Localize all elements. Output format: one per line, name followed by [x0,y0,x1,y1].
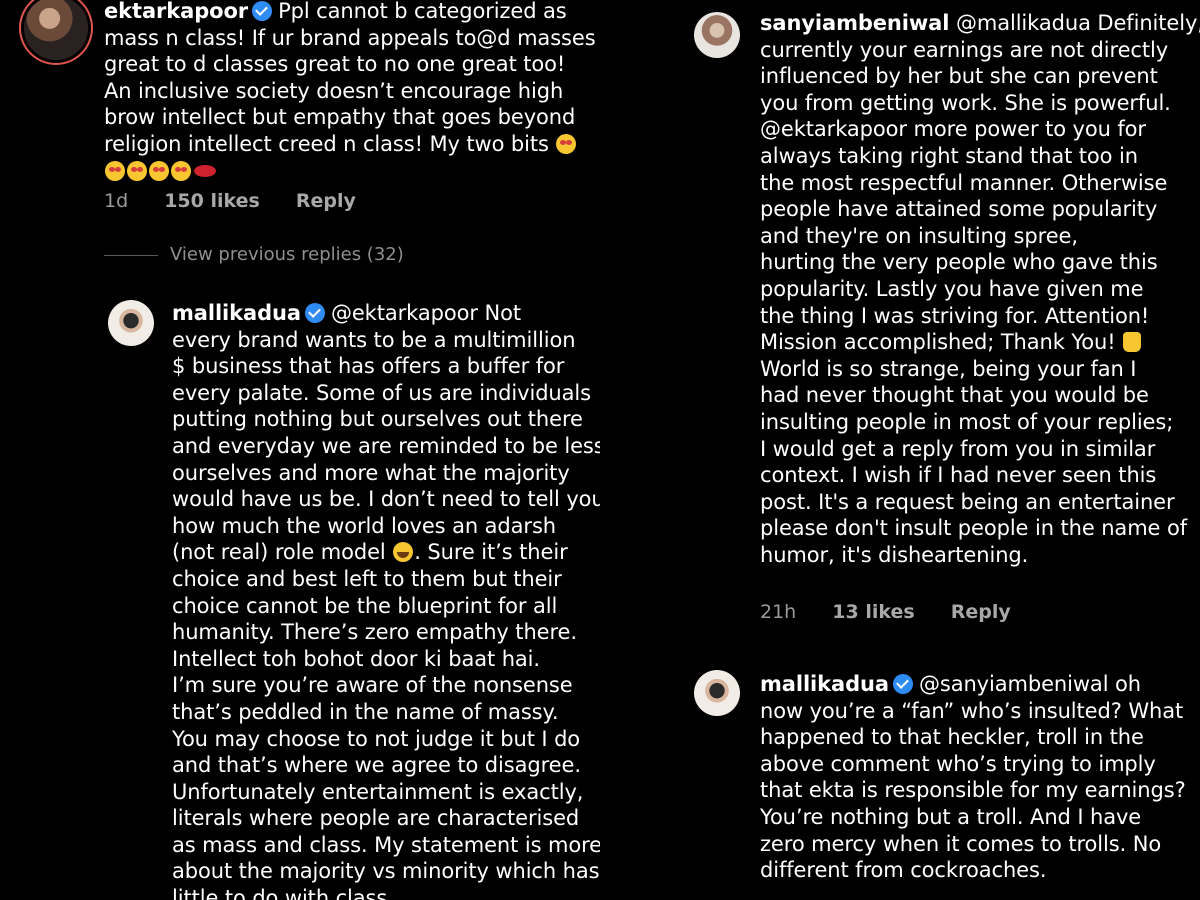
verified-badge-icon [252,1,273,21]
comment-username[interactable]: sanyiambeniwal [760,11,949,35]
comment-username[interactable]: ektarkapoor [104,0,248,23]
left-screenshot-panel: ektarkapoor Ppl cannot b categorized as m… [0,0,600,900]
comment-timestamp: 21h [760,601,797,623]
thumbs-up-emoji-icon [1123,332,1142,353]
comment-timestamp: 1d [104,190,129,212]
comment-username[interactable]: mallikadua [172,301,301,325]
emoji-row [104,158,596,185]
likes-count[interactable]: 13 likes [832,601,914,623]
comment-meta: 1d 150 likes Reply [104,190,386,212]
view-previous-replies[interactable]: View previous replies (32) [104,244,404,265]
mallikadua-avatar[interactable] [694,670,740,716]
comment-username[interactable]: mallikadua [760,672,889,696]
right-screenshot-panel: sanyiambeniwal @mallikadua Definitely, c… [600,0,1200,900]
likes-count[interactable]: 150 likes [164,190,260,212]
kiss-lips-emoji-icon [193,161,219,181]
ektarkapoor-avatar[interactable] [24,0,88,60]
heart-eyes-emoji-icon [556,133,577,154]
rofl-emoji-icon [393,542,414,563]
divider [104,254,158,256]
verified-badge-icon [304,303,325,323]
reply-button[interactable]: Reply [296,190,356,212]
heart-eyes-emoji-icon [149,160,169,181]
verified-badge-icon [892,674,913,694]
ektarkapoor-comment-text: ektarkapoor Ppl cannot b categorized as m… [104,0,596,184]
reply-button[interactable]: Reply [951,601,1011,623]
heart-eyes-emoji-icon [105,160,125,181]
sanyiambeniwal-avatar[interactable] [694,12,740,58]
comment-meta: 21h 13 likes Reply [760,601,1041,623]
sanyiambeniwal-comment-text: sanyiambeniwal @mallikadua Definitely, c… [760,11,1200,567]
mallikadua-comment-text: mallikadua @ektarkapoor Not every brand w… [172,301,600,900]
mallikadua-reply-text: mallikadua @sanyiambeniwal oh now you’re … [760,672,1186,883]
heart-eyes-emoji-icon [127,160,147,181]
heart-eyes-emoji-icon [171,160,191,181]
mallikadua-avatar[interactable] [108,300,154,346]
